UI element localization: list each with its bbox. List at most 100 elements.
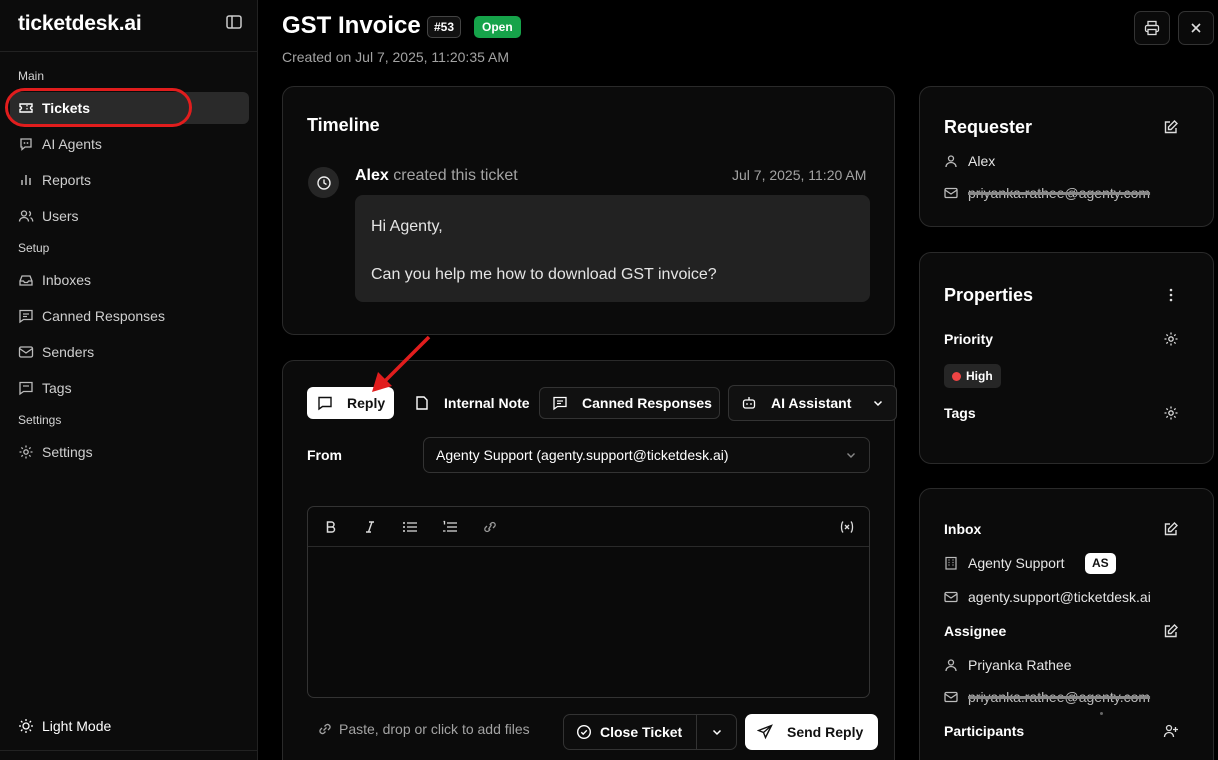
more-vertical-icon[interactable] xyxy=(1163,287,1179,303)
attach-hint-label: Paste, drop or click to add files xyxy=(339,721,530,737)
mail-icon xyxy=(944,590,958,604)
tag-message-icon xyxy=(18,380,34,396)
timeline-event-header: Alex created this ticket xyxy=(355,167,518,185)
sidebar-item-settings[interactable]: Settings xyxy=(10,436,249,468)
editor-toolbar xyxy=(308,507,869,547)
assignee-label: Assignee xyxy=(944,623,1007,639)
tags-label: Tags xyxy=(944,405,976,421)
gear-icon[interactable] xyxy=(1163,331,1179,347)
close-ticket-label: Close Ticket xyxy=(600,724,683,740)
requester-name: Alex xyxy=(968,153,996,169)
note-icon xyxy=(414,395,430,411)
section-setup: Setup xyxy=(18,241,50,255)
attach-files-area[interactable]: Paste, drop or click to add files xyxy=(317,721,530,737)
reply-textarea[interactable] xyxy=(308,548,869,696)
link-icon[interactable] xyxy=(481,518,499,536)
close-ticket-dropdown[interactable] xyxy=(697,714,737,750)
chevron-down-icon xyxy=(711,726,723,738)
from-select[interactable]: Agenty Support (agenty.support@ticketdes… xyxy=(423,437,870,473)
user-icon xyxy=(944,154,958,168)
edit-icon[interactable] xyxy=(1163,623,1179,639)
tab-canned-responses[interactable]: Canned Responses xyxy=(539,387,720,419)
inbox-label: Inbox xyxy=(944,521,982,537)
section-settings: Settings xyxy=(18,413,62,427)
ai-assistant-dropdown[interactable]: AI Assistant xyxy=(728,385,897,421)
bot-message-icon xyxy=(18,136,34,152)
printer-icon xyxy=(1144,20,1160,36)
tab-label: Canned Responses xyxy=(582,395,712,411)
sidebar-item-label: Tags xyxy=(42,380,72,396)
brand-logo: ticketdesk.ai xyxy=(18,12,142,35)
chevron-down-icon xyxy=(845,449,857,461)
sidebar-item-label: Senders xyxy=(42,344,95,360)
italic-icon[interactable] xyxy=(361,518,379,536)
close-ticket-button[interactable]: Close Ticket xyxy=(563,714,697,750)
sidebar-item-label: Settings xyxy=(42,444,93,460)
sidebar-item-senders[interactable]: Senders xyxy=(10,336,249,368)
building-icon xyxy=(944,556,958,570)
decorative-dot xyxy=(1100,712,1103,715)
variable-icon[interactable] xyxy=(838,518,856,536)
user-plus-icon[interactable] xyxy=(1163,723,1179,739)
message-square-icon xyxy=(552,395,568,411)
close-icon xyxy=(1189,21,1203,35)
sidebar-divider xyxy=(0,51,258,52)
bullet-list-icon[interactable] xyxy=(401,518,419,536)
sidebar-item-label: Reports xyxy=(42,172,92,188)
page-title: GST Invoice xyxy=(282,12,421,39)
gear-icon[interactable] xyxy=(1163,405,1179,421)
tab-label: Internal Note xyxy=(444,395,530,411)
user-icon xyxy=(944,658,958,672)
ticket-number-badge: #53 xyxy=(427,16,462,38)
tab-label: AI Assistant xyxy=(771,395,852,411)
assignee-name-row: Priyanka Rathee xyxy=(944,657,1072,673)
message-square-icon xyxy=(317,395,333,411)
close-button[interactable] xyxy=(1178,11,1214,45)
inbox-email-row: agenty.support@ticketdesk.ai xyxy=(944,589,1151,605)
print-button[interactable] xyxy=(1134,11,1170,45)
event-action: created this ticket xyxy=(393,167,518,184)
requester-email: priyanka.rathee@agenty.com xyxy=(968,185,1151,201)
requester-email-row: priyanka.rathee@agenty.com xyxy=(944,185,1150,201)
requester-title: Requester xyxy=(944,117,1033,137)
bold-icon[interactable] xyxy=(322,518,340,536)
inbox-name-row: Agenty Support xyxy=(944,555,1065,571)
highlight-annotation xyxy=(5,88,192,127)
requester-name-row: Alex xyxy=(944,153,995,169)
priority-label: Priority xyxy=(944,331,994,347)
priority-badge[interactable]: High xyxy=(944,364,1001,388)
inbox-icon xyxy=(18,272,34,288)
sidebar-item-tags[interactable]: Tags xyxy=(10,372,249,404)
inbox-badge: AS xyxy=(1085,553,1116,574)
tab-label: Reply xyxy=(347,395,386,411)
section-main: Main xyxy=(18,69,45,83)
sidebar-toggle-icon[interactable] xyxy=(226,15,244,31)
properties-title: Properties xyxy=(944,285,1034,305)
sidebar-item-inboxes[interactable]: Inboxes xyxy=(10,264,249,296)
bot-icon xyxy=(741,395,757,411)
message-line: Hi Agenty, xyxy=(371,218,443,235)
sidebar-item-label: AI Agents xyxy=(42,136,102,152)
inbox-email: agenty.support@ticketdesk.ai xyxy=(968,589,1151,605)
sidebar-item-users[interactable]: Users xyxy=(10,200,249,232)
bar-chart-icon xyxy=(18,172,34,188)
created-timestamp: Created on Jul 7, 2025, 11:20:35 AM xyxy=(282,49,510,65)
sidebar-item-ai-agents[interactable]: AI Agents xyxy=(10,128,249,160)
from-label: From xyxy=(307,447,342,463)
sidebar-item-canned-responses[interactable]: Canned Responses xyxy=(10,300,249,332)
priority-dot xyxy=(952,371,961,381)
sidebar-divider xyxy=(0,750,258,751)
light-mode-label: Light Mode xyxy=(42,718,112,734)
reply-editor xyxy=(307,506,870,698)
assignee-email-row: priyanka.rathee@agenty.com xyxy=(944,689,1150,705)
sidebar-item-reports[interactable]: Reports xyxy=(10,164,249,196)
priority-value: High xyxy=(966,369,993,383)
numbered-list-icon[interactable] xyxy=(441,518,459,536)
sidebar-item-label: Users xyxy=(42,208,79,224)
send-reply-label: Send Reply xyxy=(787,724,864,740)
edit-icon[interactable] xyxy=(1163,521,1179,537)
send-reply-button[interactable]: Send Reply xyxy=(745,714,878,750)
edit-icon[interactable] xyxy=(1163,119,1179,135)
participants-label: Participants xyxy=(944,723,1025,739)
light-mode-toggle[interactable]: Light Mode xyxy=(10,710,249,742)
